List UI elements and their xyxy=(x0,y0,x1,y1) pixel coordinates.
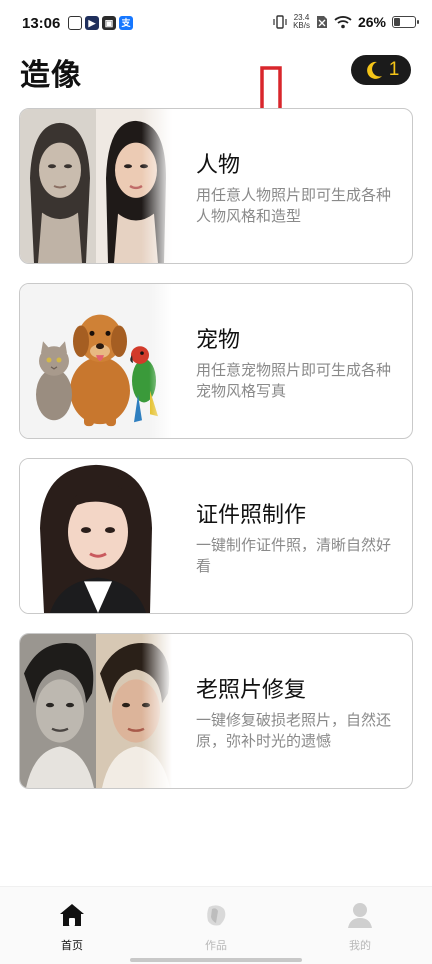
card-description: 用任意人物照片即可生成各种人物风格和造型 xyxy=(196,186,392,225)
alipay-icon: 支 xyxy=(119,16,133,30)
wallet-icon: ▣ xyxy=(102,16,116,30)
network-speed: 23.4 KB/s xyxy=(293,13,310,30)
home-icon xyxy=(60,904,84,926)
nav-label: 作品 xyxy=(205,939,227,952)
feature-card-photo-restore[interactable]: 老照片修复 一键修复破损老照片，自然还原，弥补时光的遗憾 xyxy=(19,633,413,789)
profile-icon xyxy=(348,903,372,928)
card-title: 宠物 xyxy=(196,328,241,353)
feature-card-id-photo[interactable]: 证件照制作 一键制作证件照，清晰自然好看 xyxy=(19,458,413,614)
status-app-icons: ▶ ▣ 支 xyxy=(68,16,133,30)
battery-icon xyxy=(392,16,419,28)
card-title: 人物 xyxy=(196,153,241,178)
battery-percent: 26% xyxy=(357,14,386,30)
old-photo-image xyxy=(20,634,172,788)
page-title: 造像 xyxy=(20,58,82,93)
credits-button[interactable]: 1 xyxy=(351,55,411,85)
wifi-icon xyxy=(334,16,352,29)
feature-card-pet[interactable]: 宠物 用任意宠物照片即可生成各种宠物风格写真 xyxy=(19,283,413,439)
nav-item-home[interactable]: 首页 xyxy=(32,901,112,953)
portrait-image xyxy=(20,109,172,263)
vibrate-icon xyxy=(273,15,287,29)
card-title: 老照片修复 xyxy=(196,678,307,703)
moon-icon xyxy=(366,61,382,79)
battery-level xyxy=(394,18,400,26)
nav-item-profile[interactable]: 我的 xyxy=(320,901,400,953)
status-right: 23.4 KB/s 26% xyxy=(273,13,419,30)
status-time: 13:06 xyxy=(22,15,61,32)
card-description: 一键制作证件照，清晰自然好看 xyxy=(196,536,392,575)
play-icon: ▶ xyxy=(85,16,99,30)
id-photo-image xyxy=(20,459,172,613)
pet-image xyxy=(20,284,172,438)
nav-item-works[interactable]: 作品 xyxy=(176,901,256,953)
works-icon xyxy=(207,905,226,926)
status-bar: 13:06 ▶ ▣ 支 23.4 KB/s 26% xyxy=(0,0,432,48)
home-indicator xyxy=(130,958,302,962)
sim-off-icon xyxy=(316,16,327,28)
credit-count: 1 xyxy=(388,59,400,80)
app-icon xyxy=(68,16,82,30)
nav-label: 我的 xyxy=(349,939,371,952)
card-description: 一键修复破损老照片，自然还原，弥补时光的遗憾 xyxy=(196,711,392,750)
card-description: 用任意宠物照片即可生成各种宠物风格写真 xyxy=(196,361,392,400)
nav-label: 首页 xyxy=(61,939,83,952)
bottom-nav: 首页 作品 我的 xyxy=(0,886,432,964)
card-title: 证件照制作 xyxy=(196,503,307,528)
feature-card-person[interactable]: 人物 用任意人物照片即可生成各种人物风格和造型 xyxy=(19,108,413,264)
